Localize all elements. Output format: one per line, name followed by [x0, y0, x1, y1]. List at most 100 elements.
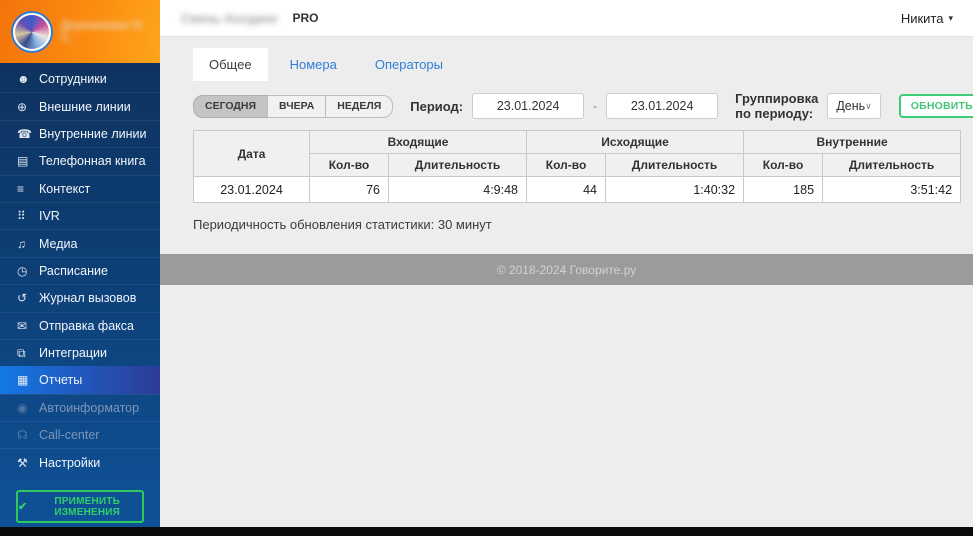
- col-header-incoming-duration: Длительность: [387, 153, 528, 177]
- sidebar-item-schedule[interactable]: ◷ Расписание: [0, 256, 160, 284]
- sidebar-item-label: Call-center: [39, 428, 100, 443]
- user-menu[interactable]: Никита ▾: [901, 11, 953, 26]
- col-header-outgoing-count: Кол-во: [526, 153, 607, 177]
- sidebar-item-settings[interactable]: ⚒ Настройки: [0, 448, 160, 475]
- users-icon: ☻: [17, 71, 30, 86]
- brand-logo-blurred: Связь-Холдинг: [181, 10, 279, 26]
- update-frequency-note: Периодичность обновления статистики: 30 …: [193, 217, 492, 232]
- check-icon: ✔: [18, 501, 28, 513]
- sidebar-item-employees[interactable]: ☻ Сотрудники: [0, 65, 160, 92]
- table-group-header-row: Дата Входящие Исходящие Внутренние: [193, 130, 962, 177]
- sidebar-item-label: Сотрудники: [39, 71, 107, 86]
- contact-book-icon: ▤: [17, 154, 29, 169]
- sidebar-item-media[interactable]: ♫ Медиа: [0, 229, 160, 256]
- tab-operators[interactable]: Операторы: [359, 48, 459, 81]
- sidebar-item-integrations[interactable]: ⧉ Интеграции: [0, 338, 160, 366]
- keypad-icon: ⠿: [17, 209, 26, 224]
- headset-icon: ☊: [17, 428, 28, 443]
- sidebar-item-label: Расписание: [39, 263, 108, 278]
- cell-incoming-duration: 4:9:48: [387, 176, 528, 203]
- topbar: Связь-Холдинг PRO Никита ▾: [160, 0, 973, 37]
- sidebar-item-label: Настройки: [39, 455, 101, 470]
- cell-outgoing-duration: 1:40:32: [605, 176, 745, 203]
- table-row: 23.01.2024 76 4:9:48 44 1:40:32 185 3:51…: [193, 176, 962, 203]
- bottom-black-strip: [0, 527, 973, 536]
- sidebar-item-label: Внутренние линии: [39, 126, 147, 141]
- date-to-input[interactable]: [606, 93, 719, 119]
- globe-icon: ⊕: [17, 99, 28, 114]
- report-tabs: Общее Номера Операторы: [193, 48, 950, 81]
- cell-internal-count: 185: [743, 176, 824, 203]
- sidebar-item-label: Внешние линии: [39, 99, 131, 114]
- date-range-separator: -: [593, 99, 598, 113]
- grouping-select[interactable]: День ∨: [827, 93, 881, 119]
- app-window: Деревянкин Н. С. ☻ Сотрудники ⊕ Внешние …: [0, 0, 973, 536]
- sidebar-item-autoinformer: ◉ Автоинформатор: [0, 393, 160, 421]
- call-stats-table: Дата Входящие Исходящие Внутренние Кол-в…: [193, 130, 962, 203]
- wrench-icon: ⚒: [17, 455, 28, 470]
- clock-icon: ◷: [17, 263, 28, 278]
- list-icon: ≡: [17, 181, 25, 196]
- range-yesterday-button[interactable]: ВЧЕРА: [267, 94, 327, 118]
- date-from-input[interactable]: [472, 93, 585, 119]
- sidebar-item-internal-lines[interactable]: ☎ Внутренние линии: [0, 119, 160, 147]
- col-header-date: Дата: [193, 130, 310, 177]
- sidebar-item-reports[interactable]: ▦ Отчеты: [0, 366, 160, 394]
- history-icon: ↺: [17, 291, 28, 306]
- filter-row: СЕГОДНЯ ВЧЕРА НЕДЕЛЯ Период: - Группиров…: [193, 91, 973, 121]
- chevron-down-icon: ▾: [948, 12, 953, 23]
- chevron-down-icon: ∨: [865, 100, 872, 111]
- table-sub-header-row: Кол-во Длительность Кол-во Длительность …: [194, 153, 962, 177]
- user-menu-label: Никита: [900, 10, 944, 26]
- music-note-icon: ♫: [17, 236, 26, 251]
- sidebar-item-call-center: ☊ Call-center: [0, 421, 160, 448]
- period-label: Период:: [410, 98, 464, 114]
- copyright-text: © 2018-2024 Говорите.ру: [496, 262, 637, 277]
- apply-changes-button[interactable]: ✔ ПРИМЕНИТЬ ИЗМЕНЕНИЯ: [16, 490, 144, 523]
- plan-badge: PRO: [292, 11, 319, 25]
- content-wrap: Общее Номера Операторы СЕГОДНЯ ВЧЕРА НЕД…: [160, 37, 973, 536]
- refresh-button[interactable]: ОБНОВИТЬ: [898, 94, 973, 118]
- grouping-label: Группировка по периоду:: [735, 91, 819, 121]
- sidebar-item-label: Контекст: [39, 181, 91, 196]
- user-avatar: [13, 12, 51, 51]
- integration-icon: ⧉: [17, 345, 26, 360]
- sidebar-item-call-log[interactable]: ↺ Журнал вызовов: [0, 284, 160, 311]
- sidebar-item-ivr[interactable]: ⠿ IVR: [0, 201, 160, 229]
- sidebar-item-label: Медиа: [39, 236, 78, 251]
- sidebar-item-context[interactable]: ≡ Контекст: [0, 174, 160, 202]
- sidebar-item-label: Журнал вызовов: [39, 291, 137, 306]
- cell-outgoing-count: 44: [526, 176, 607, 203]
- range-week-button[interactable]: НЕДЕЛЯ: [325, 94, 394, 118]
- robot-icon: ◉: [17, 400, 28, 415]
- sidebar-nav: ☻ Сотрудники ⊕ Внешние линии ☎ Внутренни…: [0, 63, 160, 478]
- sidebar-item-external-lines[interactable]: ⊕ Внешние линии: [0, 92, 160, 119]
- user-name-blurred: Деревянкин Н. С.: [61, 19, 145, 44]
- sidebar-item-label: IVR: [39, 209, 60, 224]
- report-icon: ▦: [17, 373, 29, 388]
- refresh-button-label: ОБНОВИТЬ: [910, 100, 973, 112]
- tab-general[interactable]: Общее: [193, 48, 268, 81]
- cell-internal-duration: 3:51:42: [822, 176, 962, 203]
- range-today-button[interactable]: СЕГОДНЯ: [193, 94, 269, 118]
- fax-icon: ✉: [17, 318, 28, 333]
- phone-icon: ☎: [17, 126, 32, 141]
- group-header-outgoing: Исходящие: [526, 130, 745, 154]
- sidebar-item-phone-book[interactable]: ▤ Телефонная книга: [0, 147, 160, 174]
- group-header-internal: Внутренние: [743, 130, 962, 154]
- sidebar-user-header: Деревянкин Н. С.: [0, 0, 160, 63]
- sidebar: Деревянкин Н. С. ☻ Сотрудники ⊕ Внешние …: [0, 0, 160, 536]
- apply-changes-label: ПРИМЕНИТЬ ИЗМЕНЕНИЯ: [54, 495, 121, 518]
- cell-date: 23.01.2024: [193, 176, 310, 203]
- col-header-incoming-count: Кол-во: [309, 153, 389, 177]
- sidebar-item-label: Телефонная книга: [39, 154, 146, 169]
- content-filler: [160, 285, 973, 536]
- sidebar-item-send-fax[interactable]: ✉ Отправка факса: [0, 311, 160, 339]
- cell-incoming-count: 76: [309, 176, 389, 203]
- grouping-select-value: День: [836, 99, 866, 113]
- sidebar-item-label: Автоинформатор: [39, 400, 140, 415]
- footer-bar: © 2018-2024 Говорите.ру: [160, 254, 973, 285]
- tab-numbers[interactable]: Номера: [274, 48, 353, 81]
- group-header-incoming: Входящие: [308, 130, 528, 154]
- col-header-internal-count: Кол-во: [743, 153, 824, 177]
